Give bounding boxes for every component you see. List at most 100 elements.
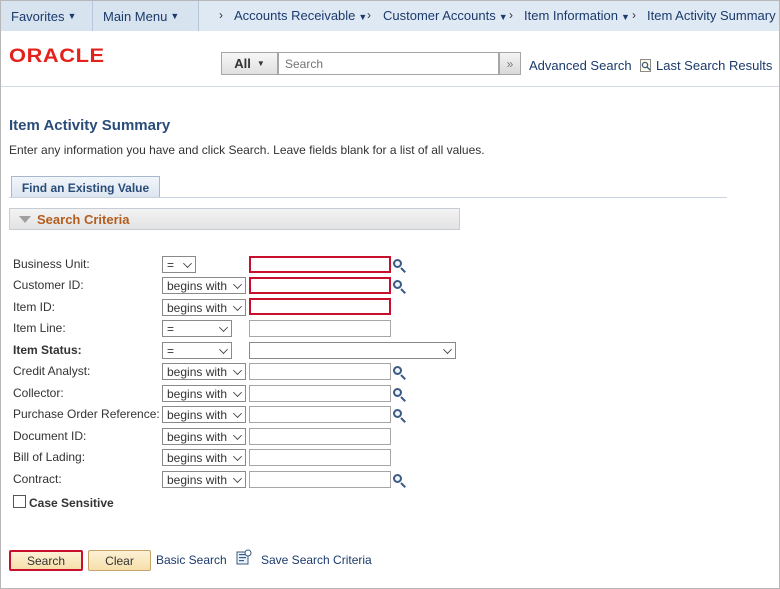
advanced-search-link[interactable]: Advanced Search bbox=[529, 58, 632, 73]
search-results-icon bbox=[640, 59, 651, 72]
header-divider bbox=[1, 86, 779, 87]
chevron-down-icon bbox=[233, 366, 242, 375]
save-search-criteria-link[interactable]: Save Search Criteria bbox=[261, 553, 372, 567]
chevron-down-icon bbox=[233, 431, 242, 440]
operator-value: begins with bbox=[167, 386, 228, 401]
chevron-down-icon: ▼ bbox=[170, 11, 180, 21]
operator-value: begins with bbox=[167, 300, 228, 315]
operator-item-line[interactable]: = bbox=[162, 320, 232, 337]
operator-item-status[interactable]: = bbox=[162, 342, 232, 359]
label-collector: Collector: bbox=[13, 386, 64, 400]
breadcrumb-label: Item Information bbox=[524, 8, 618, 23]
operator-item-id[interactable]: begins with bbox=[162, 299, 246, 316]
page-title: Item Activity Summary bbox=[9, 117, 171, 134]
case-sensitive-checkbox[interactable] bbox=[13, 495, 26, 508]
chevron-down-icon bbox=[233, 280, 242, 289]
credit-analyst-field[interactable] bbox=[249, 363, 391, 380]
operator-purchase-order-reference[interactable]: begins with bbox=[162, 406, 246, 423]
lookup-collector-icon[interactable] bbox=[392, 387, 406, 402]
operator-value: begins with bbox=[167, 278, 228, 293]
business-unit-field[interactable] bbox=[249, 256, 391, 273]
operator-contract[interactable]: begins with bbox=[162, 471, 246, 488]
oracle-logo: ORACLE bbox=[9, 46, 105, 67]
lookup-credit-analyst-icon[interactable] bbox=[392, 365, 406, 380]
lookup-customer-id-icon[interactable] bbox=[392, 279, 406, 294]
chevron-down-icon: ▼ bbox=[498, 12, 508, 22]
double-chevron-right-icon: » bbox=[506, 56, 514, 71]
tab-find-existing-value[interactable]: Find an Existing Value bbox=[11, 176, 160, 198]
breadcrumb-label: Customer Accounts bbox=[383, 8, 496, 23]
save-search-icon bbox=[236, 549, 252, 565]
operator-document-id[interactable]: begins with bbox=[162, 428, 246, 445]
main-menu-label: Main Menu bbox=[103, 8, 168, 24]
operator-customer-id[interactable]: begins with bbox=[162, 277, 246, 294]
chevron-down-icon bbox=[183, 259, 192, 268]
contract-field[interactable] bbox=[249, 471, 391, 488]
operator-credit-analyst[interactable]: begins with bbox=[162, 363, 246, 380]
purchase-order-reference-field[interactable] bbox=[249, 406, 391, 423]
breadcrumb-label: Item Activity Summary bbox=[647, 8, 776, 23]
item-status-select[interactable] bbox=[249, 342, 456, 359]
chevron-down-icon bbox=[233, 409, 242, 418]
favorites-label: Favorites bbox=[11, 8, 65, 24]
search-button[interactable]: Search bbox=[9, 550, 83, 571]
lookup-purchase-order-reference-icon[interactable] bbox=[392, 408, 406, 423]
operator-value: begins with bbox=[167, 472, 228, 487]
operator-collector[interactable]: begins with bbox=[162, 385, 246, 402]
chevron-down-icon: ▼ bbox=[358, 12, 368, 22]
search-go-button[interactable]: » bbox=[499, 52, 521, 75]
item-line-field[interactable] bbox=[249, 320, 391, 337]
window-frame bbox=[0, 0, 780, 589]
chevron-down-icon: ▼ bbox=[256, 59, 265, 68]
item-id-field[interactable] bbox=[249, 298, 391, 315]
operator-value: begins with bbox=[167, 364, 228, 379]
breadcrumb-separator: › bbox=[509, 8, 513, 22]
chevron-down-icon: ▼ bbox=[620, 12, 630, 22]
bill-of-lading-field[interactable] bbox=[249, 449, 391, 466]
search-scope-select[interactable]: All ▼ bbox=[221, 52, 278, 75]
favorites-menu[interactable]: Favorites ▼ bbox=[1, 1, 93, 31]
operator-business-unit[interactable]: = bbox=[162, 256, 196, 273]
breadcrumb-customer-accounts[interactable]: Customer Accounts ▼ bbox=[383, 8, 508, 23]
breadcrumb-separator: › bbox=[367, 8, 371, 22]
breadcrumb-item-activity-summary[interactable]: Item Activity Summary bbox=[647, 8, 776, 23]
operator-value: = bbox=[167, 321, 175, 336]
chevron-down-icon bbox=[219, 323, 228, 332]
clear-button[interactable]: Clear bbox=[88, 550, 151, 571]
chevron-down-icon: ▼ bbox=[67, 11, 77, 21]
label-item-status: Item Status: bbox=[13, 343, 82, 357]
breadcrumb-item-information[interactable]: Item Information ▼ bbox=[524, 8, 630, 23]
operator-value: = bbox=[167, 257, 175, 272]
document-id-field[interactable] bbox=[249, 428, 391, 445]
lookup-contract-icon[interactable] bbox=[392, 473, 406, 488]
basic-search-link[interactable]: Basic Search bbox=[156, 553, 227, 567]
customer-id-field[interactable] bbox=[249, 277, 391, 294]
label-business-unit: Business Unit: bbox=[13, 257, 90, 271]
collapse-triangle-icon bbox=[19, 216, 31, 223]
label-contract: Contract: bbox=[13, 472, 62, 486]
chevron-down-icon bbox=[233, 302, 242, 311]
main-menu[interactable]: Main Menu ▼ bbox=[93, 1, 199, 31]
search-criteria-header[interactable]: Search Criteria bbox=[9, 208, 460, 230]
operator-bill-of-lading[interactable]: begins with bbox=[162, 449, 246, 466]
chevron-down-icon bbox=[233, 452, 242, 461]
label-document-id: Document ID: bbox=[13, 429, 87, 443]
search-scope-label: All bbox=[234, 56, 251, 71]
lookup-business-unit-icon[interactable] bbox=[392, 258, 406, 273]
chevron-down-icon bbox=[233, 388, 242, 397]
page-instructions: Enter any information you have and click… bbox=[9, 143, 485, 157]
label-item-line: Item Line: bbox=[13, 321, 66, 335]
collector-field[interactable] bbox=[249, 385, 391, 402]
label-item-id: Item ID: bbox=[13, 300, 56, 314]
chevron-down-icon bbox=[233, 474, 242, 483]
breadcrumb-label: Accounts Receivable bbox=[234, 8, 356, 23]
operator-value: begins with bbox=[167, 429, 228, 444]
operator-value: = bbox=[167, 343, 175, 358]
last-search-results-link[interactable]: Last Search Results bbox=[656, 58, 772, 73]
section-label: Search Criteria bbox=[37, 212, 130, 227]
label-purchase-order-reference: Purchase Order Reference: bbox=[13, 407, 160, 421]
breadcrumb-accounts-receivable[interactable]: Accounts Receivable ▼ bbox=[234, 8, 367, 23]
chevron-down-icon bbox=[219, 345, 228, 354]
operator-value: begins with bbox=[167, 407, 228, 422]
global-search-input[interactable] bbox=[278, 52, 499, 75]
